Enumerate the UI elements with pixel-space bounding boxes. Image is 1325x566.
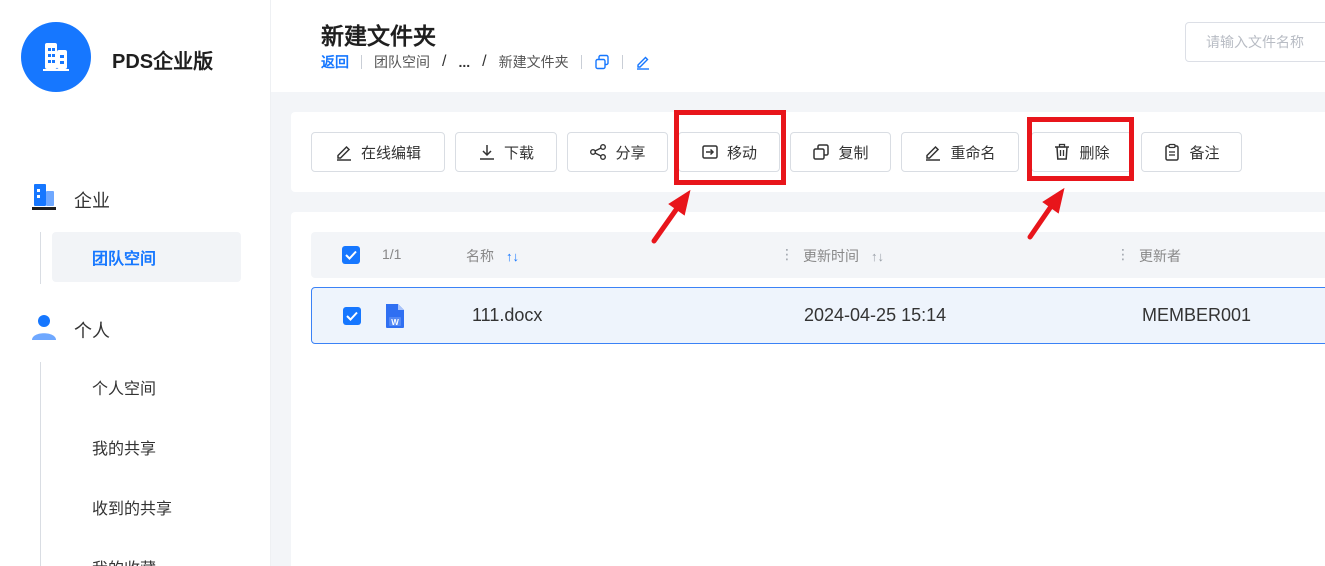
user-icon [30, 312, 58, 347]
breadcrumb-current: 新建文件夹 [498, 54, 569, 70]
file-updater: MEMBER001 [1142, 305, 1252, 325]
sort-icon[interactable]: ↑↓ [871, 249, 884, 264]
breadcrumb-ellipsis[interactable]: ... [458, 54, 470, 70]
table-header: 1/1 名称 ↑↓ ⋮ 更新时间 ↑↓ ⋮ 更新者 [311, 232, 1325, 278]
svg-text:W: W [391, 318, 399, 327]
divider [361, 55, 362, 69]
column-header-updated-time[interactable]: 更新时间 ↑↓ [803, 246, 884, 266]
copy-path-icon[interactable] [594, 54, 610, 70]
page-title: 新建文件夹 [321, 23, 436, 49]
back-link[interactable]: 返回 [321, 52, 349, 72]
brand-logo-icon [21, 22, 91, 92]
sidebar-item-my-shares[interactable]: 我的共享 [52, 422, 241, 472]
file-updated-time: 2024-04-25 15:14 [804, 305, 947, 325]
share-icon [590, 144, 607, 160]
download-label: 下载 [503, 144, 534, 162]
column-header-updater[interactable]: 更新者 [1139, 246, 1181, 266]
note-label: 备注 [1189, 144, 1220, 162]
clipboard-icon [1165, 143, 1180, 161]
table-row[interactable]: W 111.docx 2024-04-25 15:14 MEMBER001 [311, 287, 1325, 344]
tree-line [40, 362, 41, 566]
column-resize-handle-icon[interactable]: ⋮ [780, 246, 794, 263]
edit-online-button[interactable]: 在线编辑 [311, 132, 445, 172]
breadcrumb: 返回 团队空间 / ... / 新建文件夹 [321, 52, 651, 72]
rename-label: 重命名 [950, 144, 996, 162]
breadcrumb-separator: / [482, 53, 487, 70]
download-button[interactable]: 下载 [455, 132, 557, 172]
selection-count: 1/1 [382, 246, 402, 262]
pencil-icon [336, 145, 351, 161]
highlight-box-move [674, 110, 786, 185]
share-label: 分享 [615, 144, 646, 162]
sidebar-item-personal-space[interactable]: 个人空间 [52, 362, 241, 412]
check-icon [345, 250, 357, 260]
app: PDS企业版 企业 团队空间 个人 个人空间 我的共享 收到的共享 新建文件夹 … [0, 0, 1325, 566]
main-content: 新建文件夹 返回 团队空间 / ... / 新建文件夹 请输入文件名称 在线编辑… [271, 0, 1325, 566]
word-file-icon: W [384, 303, 406, 334]
breadcrumb-separator: / [442, 53, 447, 70]
share-button[interactable]: 分享 [567, 132, 668, 172]
sidebar-item-favorites[interactable]: 我的收藏 [52, 542, 241, 566]
sidebar-item-team-space[interactable]: 团队空间 [52, 232, 241, 282]
sidebar-item-received-shares[interactable]: 收到的共享 [52, 482, 241, 532]
sidebar-group-label: 个人 [74, 320, 110, 341]
sort-icon[interactable]: ↑↓ [506, 249, 519, 264]
sidebar-group-enterprise[interactable]: 企业 [30, 182, 110, 217]
row-checkbox[interactable] [343, 307, 361, 325]
rename-button[interactable]: 重命名 [901, 132, 1019, 172]
divider [621, 55, 623, 69]
column-resize-handle-icon[interactable]: ⋮ [1116, 246, 1130, 263]
file-list: 1/1 名称 ↑↓ ⋮ 更新时间 ↑↓ ⋮ 更新者 W 111.docx 202… [291, 212, 1325, 566]
building-icon [30, 182, 58, 217]
copy-icon [813, 144, 830, 160]
column-name-label: 名称 [466, 248, 494, 264]
breadcrumb-team-space[interactable]: 团队空间 [374, 52, 430, 72]
sidebar: PDS企业版 企业 团队空间 个人 个人空间 我的共享 收到的共享 [0, 0, 271, 566]
sidebar-group-personal[interactable]: 个人 [30, 312, 110, 347]
file-name[interactable]: 111.docx [472, 305, 542, 326]
copy-button[interactable]: 复制 [790, 132, 891, 172]
edit-online-label: 在线编辑 [360, 144, 421, 162]
search-input[interactable]: 请输入文件名称 [1185, 22, 1325, 62]
tree-line [40, 232, 41, 284]
header: 新建文件夹 返回 团队空间 / ... / 新建文件夹 请输入文件名称 [271, 0, 1325, 92]
check-icon [346, 311, 358, 321]
copy-label: 复制 [838, 144, 869, 162]
column-header-name[interactable]: 名称 ↑↓ [466, 246, 519, 266]
toolbar: 在线编辑 下载 分享 移动 复制 重命名 删除 备注 [291, 112, 1325, 192]
divider [580, 55, 582, 69]
pencil-icon [926, 145, 941, 161]
brand-name: PDS企业版 [112, 51, 214, 73]
select-all-checkbox[interactable] [342, 246, 360, 264]
edit-name-icon[interactable] [635, 54, 651, 70]
column-updated-time-label: 更新时间 [803, 248, 859, 264]
highlight-box-delete [1027, 117, 1134, 181]
column-updater-label: 更新者 [1139, 248, 1181, 264]
sidebar-group-label: 企业 [74, 190, 110, 211]
note-button[interactable]: 备注 [1141, 132, 1242, 172]
download-icon [479, 145, 494, 160]
